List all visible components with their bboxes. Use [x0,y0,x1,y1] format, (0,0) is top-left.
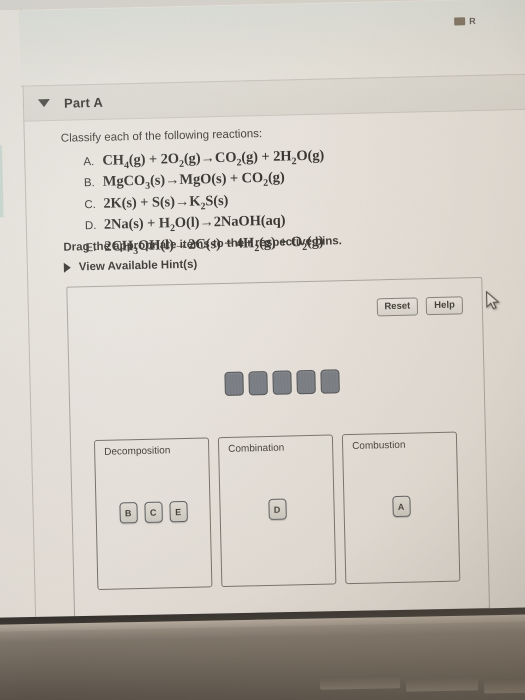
bin-decomposition[interactable]: Decomposition B C E [93,437,213,591]
answer-panel: Reset Help Decomposition B C E Combinati… [66,276,491,619]
view-hints-link[interactable]: View Available Hint(s) [63,258,198,274]
bin-combustion[interactable]: Combustion A [341,431,461,585]
mouse-cursor-icon [485,290,500,310]
question-prompt: Classify each of the following reactions… [60,128,263,145]
draggable-tile[interactable] [296,369,316,395]
equation-label: A. [83,156,95,169]
unassigned-tiles [224,369,340,396]
photo-of-laptop-screen: R Part A Classify each of the following … [0,0,525,700]
equation-label: C. [84,198,97,212]
equation-label: B. [83,177,95,190]
bin-title: Combination [228,442,285,455]
placed-tile[interactable]: A [391,495,411,518]
equation-text: MgCO3(s)→MgO(s) + CO2(g) [102,169,285,193]
placed-tile[interactable]: D [267,498,287,521]
top-right-badge-label: R [469,15,476,27]
placed-tile[interactable]: C [143,501,163,523]
draggable-tile[interactable] [272,370,292,395]
square-badge-icon [454,17,466,26]
laptop-key [405,677,479,692]
draggable-tile[interactable] [320,369,340,394]
panel-toolbar: Reset Help [376,296,464,317]
screen-content: R Part A Classify each of the following … [0,0,525,661]
question-content: Classify each of the following reactions… [24,107,525,660]
bin-title: Decomposition [104,445,171,458]
bin-items: B C E [96,500,209,524]
equation-label: D. [84,220,97,233]
bins-container: Decomposition B C E Combination D Combus… [93,431,461,591]
view-hints-label: View Available Hint(s) [78,258,198,274]
draggable-tile[interactable] [248,370,268,396]
page-header-band [18,0,525,87]
bin-combination[interactable]: Combination D [217,434,337,588]
caret-right-icon [63,262,71,273]
top-right-badge[interactable]: R [454,16,476,27]
page-title: Part A [63,94,104,111]
reset-button[interactable]: Reset [376,297,419,317]
bin-items: D [220,497,333,521]
equation-text: 2K(s) + S(s)→K2S(s) [103,192,229,213]
caret-down-icon[interactable] [37,99,51,108]
bin-title: Combustion [352,439,406,453]
bin-items: A [344,495,457,519]
placed-tile[interactable]: E [168,500,188,523]
placed-tile[interactable]: B [118,502,138,524]
draggable-tile[interactable] [224,371,244,396]
laptop-key [483,679,525,694]
help-button[interactable]: Help [426,296,464,316]
laptop-key [319,675,401,690]
